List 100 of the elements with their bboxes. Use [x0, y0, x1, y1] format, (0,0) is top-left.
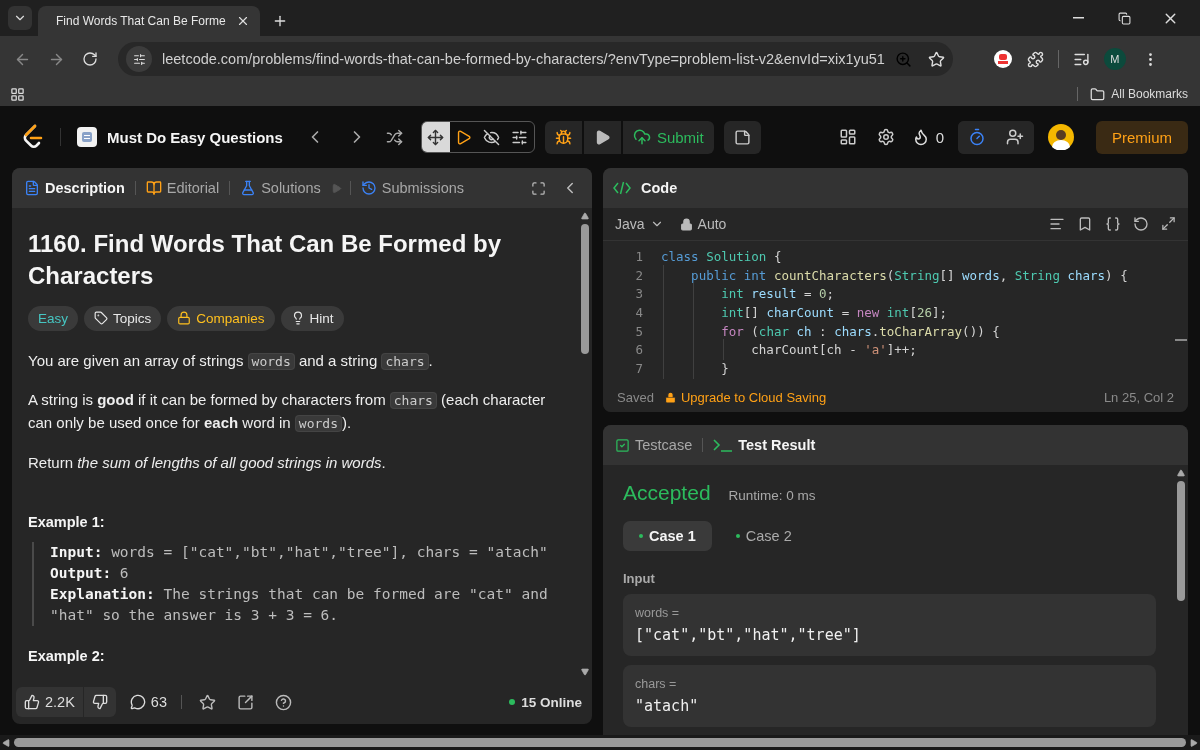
sliders-icon: [132, 52, 146, 66]
input-value: "atach": [635, 697, 700, 715]
tab-title: Find Words That Can Be Forme: [56, 14, 226, 28]
fullscreen-icon: [530, 180, 546, 196]
code-line: for (char ch : chars.toCharArray()) {: [661, 323, 1000, 339]
premium-button[interactable]: Premium: [1096, 120, 1188, 154]
lock-icon: [177, 311, 192, 326]
saved-status: Saved: [617, 389, 654, 405]
terminal-icon: [713, 438, 734, 452]
auto-mode-button[interactable]: Auto: [679, 216, 727, 232]
settings-icon: [876, 128, 895, 146]
code-line: int result = 0;: [661, 286, 835, 302]
url-text: leetcode.com/problems/find-words-that-can-be-formed-by-characters/?envType=problem-list-v2&envId=xix1yu51: [162, 51, 885, 67]
expand-icon[interactable]: [1161, 216, 1176, 231]
input-value: ["cat","bt","hat","tree"]: [635, 626, 862, 644]
line-number: 3: [634, 286, 644, 302]
site-info-button[interactable]: [126, 46, 152, 72]
extension-icon[interactable]: [992, 49, 1013, 69]
address-bar[interactable]: leetcode.com/problems/find-words-that-can-be-formed-by-characters/?envType=problem-list-v2&envId=xix1yu51: [118, 42, 953, 76]
difficulty-badge[interactable]: Easy: [28, 305, 78, 331]
tab-search-button[interactable]: [8, 6, 32, 30]
all-bookmarks-button[interactable]: All Bookmarks: [1088, 86, 1190, 102]
example-line: Output: 6: [50, 563, 130, 583]
profile-button[interactable]: M: [1103, 48, 1126, 70]
comments-button[interactable]: 63: [129, 694, 167, 710]
help-icon: [275, 693, 293, 711]
layout-icon: [838, 128, 857, 146]
history-icon: [360, 180, 377, 196]
note-button[interactable]: [723, 120, 761, 154]
restore-icon: [1117, 11, 1131, 25]
scroll-left-arrow-icon: [2, 738, 10, 747]
bookmark-star-icon[interactable]: [927, 50, 945, 68]
cursor-position: Ln 25, Col 2: [1103, 389, 1174, 405]
example-line: Input: words = ["cat","bt","hat","tree"], chars = "atach": [50, 542, 549, 562]
input-name: words =: [635, 606, 681, 620]
line-number: 6: [634, 342, 644, 358]
code-line: class Solution {: [661, 248, 782, 264]
logo-icon[interactable]: [22, 124, 44, 150]
code-line: int[] charCount = new int[26];: [661, 304, 948, 320]
submit-button[interactable]: Submit: [622, 120, 714, 154]
panel-tab[interactable]: Solutions: [238, 180, 323, 196]
panel-tab[interactable]: Testcase: [613, 437, 695, 453]
avatar[interactable]: [1048, 124, 1074, 150]
scrollbar-thumb[interactable]: [14, 738, 1186, 747]
case-tab[interactable]: Case 1: [623, 521, 712, 551]
scroll-right-arrow-icon: [1190, 738, 1198, 747]
browser-tab[interactable]: Find Words That Can Be Forme: [38, 6, 260, 36]
line-number: 7: [634, 360, 644, 376]
panel-tab[interactable]: Editorial: [143, 180, 222, 196]
debug-button[interactable]: [544, 120, 582, 154]
sliders-icon: [511, 128, 529, 146]
code-icon: [613, 181, 631, 195]
example-heading: Example 1:: [28, 513, 106, 530]
checkbox-icon: [615, 437, 630, 453]
minimize-icon: [1072, 17, 1084, 19]
language-select[interactable]: Java: [615, 216, 664, 232]
scroll-down-arrow-icon: [581, 668, 589, 676]
upgrade-link[interactable]: Upgrade to Cloud Saving: [663, 389, 827, 405]
apps-grid-icon[interactable]: [10, 86, 25, 102]
play-icon: [330, 182, 342, 194]
case-tab[interactable]: Case 2: [719, 521, 808, 551]
description-paragraph: Return the sum of lengths of all good strings in words.: [28, 452, 387, 473]
reset-icon[interactable]: [1133, 216, 1149, 232]
code-line: charCount[ch - 'a']++;: [661, 342, 917, 358]
scroll-up-arrow-icon: [581, 212, 589, 220]
format-icon[interactable]: [1049, 216, 1065, 232]
example-line: Explanation: The strings that can be formed are "cat" and "hat" so the answer is 3 + 3 = 6.: [50, 584, 549, 625]
star-icon: [199, 693, 217, 711]
panel-tab[interactable]: Description: [22, 180, 127, 196]
description-paragraph: You are given an array of strings words and a string chars .: [28, 350, 434, 372]
bookmark-icon[interactable]: [1077, 216, 1093, 232]
eye-off-icon: [483, 128, 501, 146]
example-heading: Example 2:: [28, 647, 106, 664]
horizontal-scrollbar[interactable]: [0, 735, 1200, 750]
code-line: }: [661, 360, 729, 376]
notepad-icon[interactable]: [77, 127, 97, 147]
result-status: Accepted: [623, 481, 711, 505]
panel-tab[interactable]: Test Result: [711, 437, 818, 453]
problem-list-title[interactable]: Must Do Easy Questions: [107, 128, 283, 146]
thumbs-up-icon: [24, 694, 40, 710]
line-number: 1: [634, 248, 644, 264]
panel-tab[interactable]: Submissions: [358, 180, 466, 196]
code-tab[interactable]: Code: [639, 180, 680, 196]
cloud-upload-icon: [632, 128, 651, 146]
timer-icon: [968, 128, 986, 146]
run-button[interactable]: [583, 120, 621, 154]
document-icon: [24, 180, 40, 196]
move-button[interactable]: [421, 122, 450, 152]
plus-icon: [272, 13, 288, 29]
bug-icon: [554, 128, 572, 146]
braces-icon[interactable]: [1105, 216, 1121, 232]
scrollbar-thumb[interactable]: [581, 224, 589, 354]
hint-tag[interactable]: Hint: [280, 305, 344, 331]
companies-tag[interactable]: Companies: [167, 305, 275, 331]
puzzle-icon[interactable]: [1026, 50, 1044, 68]
scrollbar-thumb[interactable]: [1177, 481, 1185, 601]
streak-counter[interactable]: 0: [911, 128, 944, 146]
flask-icon: [240, 180, 257, 196]
line-number: 2: [634, 267, 644, 283]
topics-tag[interactable]: Topics: [84, 305, 162, 331]
